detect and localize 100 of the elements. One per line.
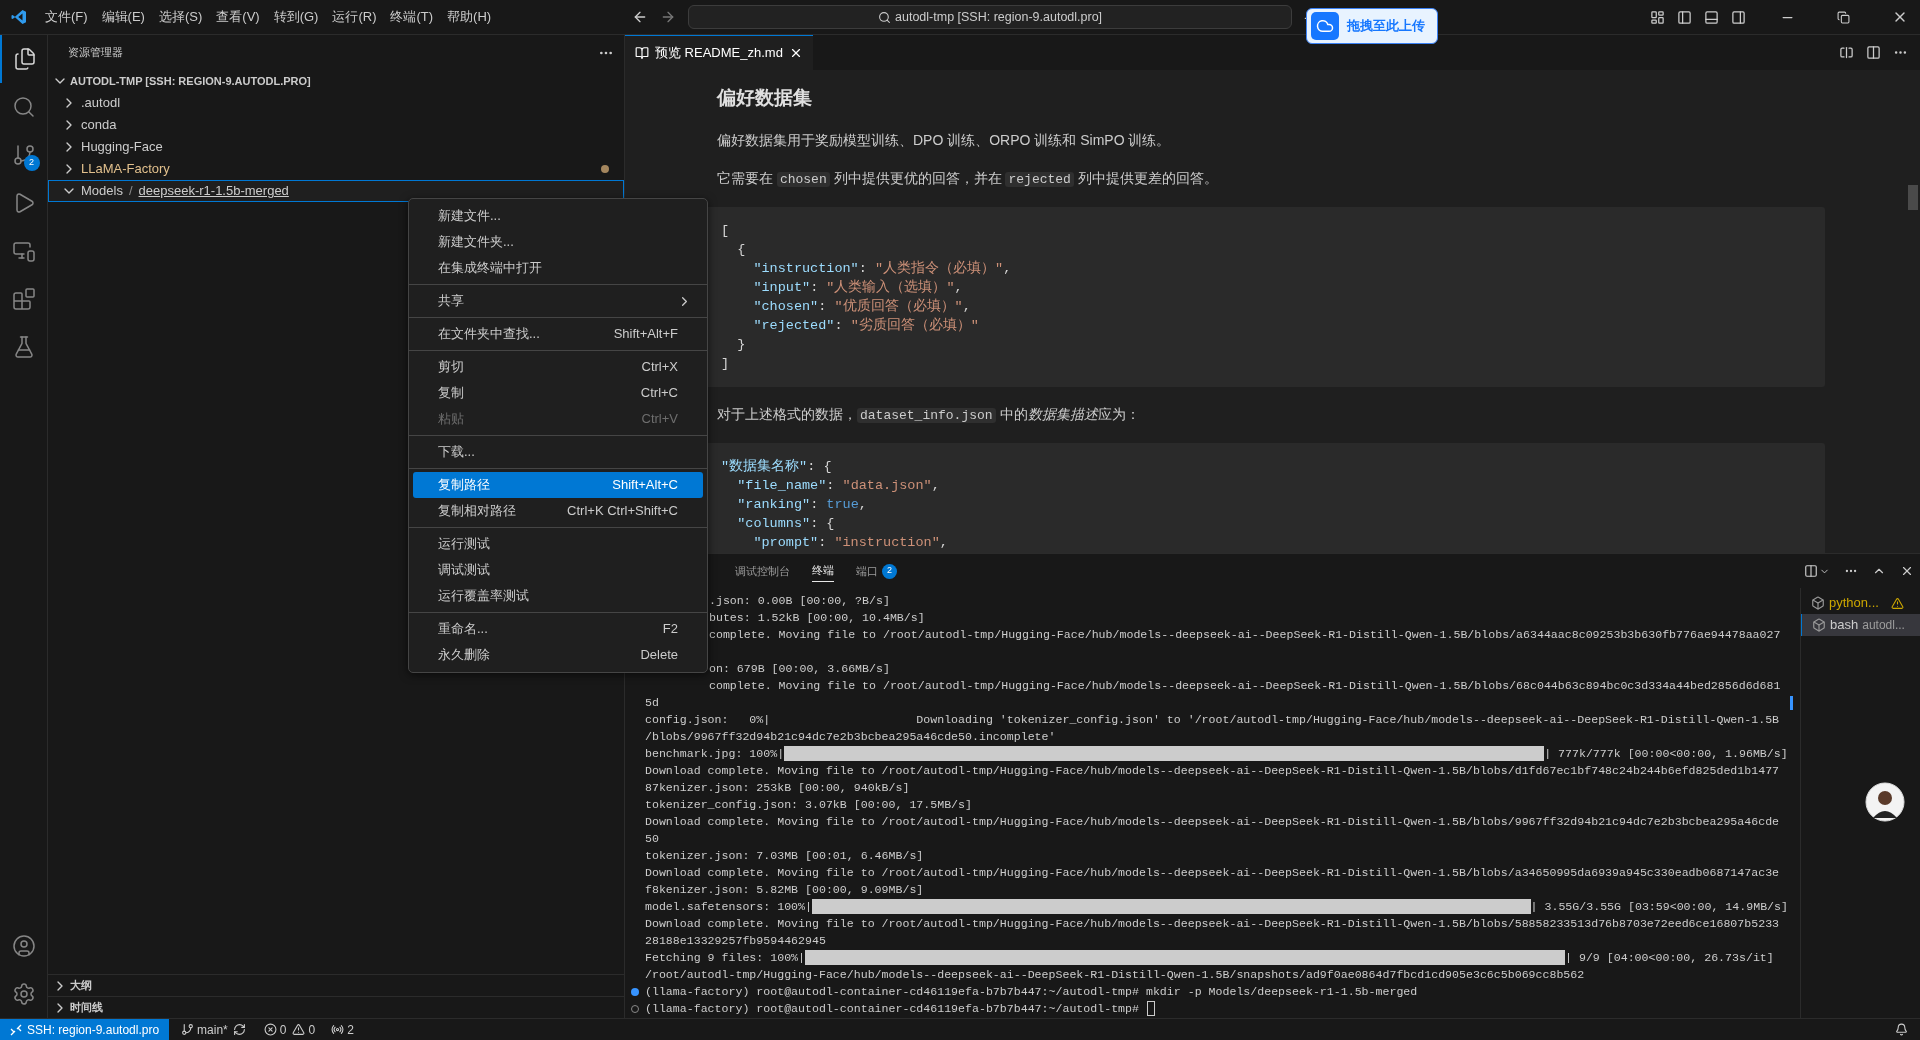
terminal-line: /root/autodl-tmp/Hugging-Face/hub/models--deepseek-ai--DeepSeek-R1-Distill-Qwen-1.5B/snapshots/ad9f0ae0864d7fbcd1cd905e3c6c5b069cc8b562	[645, 967, 1585, 983]
panel-tab[interactable]: 终端	[812, 560, 834, 582]
menu-item[interactable]: 重命名... F2	[413, 616, 703, 642]
problems-indicator[interactable]: 0 0	[263, 1020, 316, 1039]
menu-item[interactable]: 在文件夹中查找... Shift+Alt+F	[413, 321, 703, 347]
menu-item[interactable]: 复制路径 Shift+Alt+C	[413, 472, 703, 498]
terminal-line: Download complete. Moving file to /root/autodl-tmp/Hugging-Face/hub/models--deepseek-ai--DeepSeek-R1-Distill-Qwen-1.5B/blobs/a34650995da6939a945c330eadb0687147ac3e	[645, 865, 1780, 881]
restore-icon[interactable]	[1837, 10, 1850, 24]
menu-item[interactable]: 在集成终端中打开	[413, 255, 703, 281]
menu-item[interactable]: 编辑(E)	[94, 3, 152, 31]
menu-item[interactable]: 新建文件夹...	[413, 229, 703, 255]
menu-item[interactable]: 永久删除 Delete	[413, 642, 703, 668]
search-icon	[878, 10, 892, 24]
paragraph: 偏好数据集用于奖励模型训练、DPO 训练、ORPO 训练和 SimPO 训练。	[716, 130, 1171, 150]
menu-item[interactable]: 选择(S)	[151, 3, 210, 31]
terminal-line: config.json: 0%| Downloading 'tokenizer_config.json' to '/root/autodl-tmp/Hugging-Face/hub/models--deepseek-ai--DeepSeek-R1-Distill-Qwen-1.5B	[645, 712, 1780, 728]
scrollbar-thumb[interactable]	[1908, 185, 1918, 210]
panel-toggle-icon[interactable]	[1704, 9, 1719, 25]
menu-item[interactable]: 帮助(H)	[440, 3, 499, 31]
terminal-line: benchmark.jpg: 100%|	[645, 745, 785, 762]
terminal-line: 28188e13329257fb9594462945	[645, 933, 826, 949]
layout-icon[interactable]	[1650, 9, 1665, 25]
warning-icon	[292, 1023, 306, 1036]
ports-indicator[interactable]: 2	[331, 1020, 354, 1039]
menu-item[interactable]: 新建文件...	[413, 203, 703, 229]
menu-item[interactable]: 剪切 Ctrl+X	[413, 354, 703, 380]
menu-item[interactable]: 终端(T)	[383, 3, 441, 31]
menu-item: 粘贴 Ctrl+V	[437, 410, 679, 429]
terminal-line: model.safetensors: 100%|	[645, 898, 812, 915]
folder-name: conda	[81, 116, 117, 135]
menu-item[interactable]: 运行覆盖率测试	[413, 583, 703, 609]
terminal-line: 5d	[645, 695, 659, 711]
menu-item[interactable]: 复制相对路径 Ctrl+K Ctrl+Shift+C	[413, 498, 703, 524]
menu-item[interactable]: 共享	[413, 288, 703, 314]
menu-item[interactable]: 转到(G)	[266, 3, 326, 31]
remote-indicator[interactable]: SSH: region-9.autodl.pro	[0, 1019, 170, 1040]
scrollbar-thumb[interactable]	[1790, 696, 1793, 710]
remote-icon	[10, 1023, 22, 1036]
terminal-line: tokenizer.json: 7.03MB [00:01, 6.46MB/s]	[645, 848, 924, 864]
avatar-icon[interactable]	[1865, 782, 1905, 822]
antenna-icon	[331, 1023, 345, 1036]
menu-item[interactable]: 运行测试	[413, 531, 703, 557]
terminal-icon	[1811, 596, 1825, 610]
menu-item[interactable]: 文件(F)	[38, 3, 95, 31]
section-header[interactable]: 大纲	[48, 974, 624, 996]
folder-name: .autodl	[81, 94, 121, 113]
menu-item[interactable]: 查看(V)	[209, 3, 267, 31]
settings-icon	[11, 982, 36, 1006]
folder-name: Models	[81, 182, 123, 201]
upload-button[interactable]: 拖拽至此上传	[1306, 8, 1438, 44]
terminal-line: complete. Moving file to /root/autodl-tmp/Hugging-Face/hub/models--deepseek-ai--DeepSeek-R1-Distill-Qwen-1.5B/blobs/a6344aac8c09253b3b630fb776ae94478aa027	[709, 627, 1781, 643]
terminal-line: 87kenizer.json: 253kB [00:00, 940kB/s]	[645, 780, 910, 796]
terminal-list-item[interactable]: bash autodl...	[1801, 614, 1920, 636]
paragraph: 它需要在 chosen 列中提供更优的回答，并在 rejected 列中提供更差的回答。	[716, 168, 1218, 189]
preview-icon	[635, 46, 649, 60]
cloud-icon	[1311, 12, 1339, 40]
tree-item[interactable]: conda	[48, 114, 624, 136]
workspace-header[interactable]: AUTODL-TMP [SSH: REGION-9.AUTODL.PRO]	[48, 70, 624, 92]
tree-item[interactable]: .autodl	[48, 92, 624, 114]
menu-item[interactable]: 调试测试	[413, 557, 703, 583]
editor-tab[interactable]: 预览 README_zh.md	[625, 35, 813, 70]
monitor-icon	[11, 239, 36, 263]
branch-indicator[interactable]: main*	[181, 1020, 228, 1039]
menu-item[interactable]: 运行(R)	[325, 3, 384, 31]
terminal-list-item[interactable]: python...	[1801, 592, 1920, 614]
secondary-sidebar-icon[interactable]	[1731, 9, 1746, 25]
sidebar-toggle-icon[interactable]	[1677, 9, 1692, 25]
terminal-line: Fetching 9 files: 100%|	[645, 949, 806, 966]
tree-item[interactable]: LLaMA-Factory	[48, 158, 624, 180]
path-separator: /	[127, 182, 134, 201]
notification-icon[interactable]	[1895, 1023, 1908, 1036]
warning-icon	[1890, 596, 1904, 610]
count-badge: 2	[23, 155, 40, 171]
close-icon[interactable]	[1900, 564, 1914, 578]
terminal-line: 50	[645, 831, 659, 847]
folder-name: LLaMA-Factory	[81, 160, 170, 179]
menu-item[interactable]: 复制 Ctrl+C	[413, 380, 703, 406]
sidebar-title: 资源管理器	[68, 45, 124, 61]
terminal-icon	[1812, 618, 1826, 632]
files-icon	[12, 47, 37, 71]
branch-icon	[11, 143, 36, 167]
tree-item[interactable]: Models / deepseek-r1-1.5b-merged	[48, 180, 624, 202]
terminal-line: f8kenizer.json: 5.82MB [00:00, 9.09MB/s]	[645, 882, 924, 898]
open-to-side-icon[interactable]	[1839, 45, 1854, 60]
terminal-line: tokenizer_config.json: 3.07kB [00:00, 17.5MB/s]	[645, 797, 972, 813]
command-center[interactable]: autodl-tmp [SSH: region-9.autodl.pro]	[688, 5, 1293, 29]
terminal-line: /blobs/9967ff32d94b21c94dc7e2b3bcbea295a46cde50.incomplete'	[645, 729, 1056, 745]
folder-name: Hugging-Face	[81, 138, 163, 157]
terminal-line: butes: 1.52kB [00:00, 10.4MB/s]	[709, 610, 925, 626]
account-icon	[11, 934, 36, 958]
activity-bar-item[interactable]: 2	[0, 131, 48, 179]
folder-name: deepseek-r1-1.5b-merged	[138, 182, 289, 201]
panel-tab[interactable]: 端口 2	[856, 560, 897, 582]
menu-item[interactable]: 下载...	[413, 439, 703, 465]
split-editor-icon[interactable]	[1866, 45, 1881, 60]
tree-item[interactable]: Hugging-Face	[48, 136, 624, 158]
split-terminal-icon[interactable]	[1804, 564, 1818, 578]
panel-tab[interactable]: 调试控制台	[735, 560, 790, 582]
branch-icon	[181, 1023, 195, 1036]
sync-icon[interactable]	[232, 1023, 246, 1036]
